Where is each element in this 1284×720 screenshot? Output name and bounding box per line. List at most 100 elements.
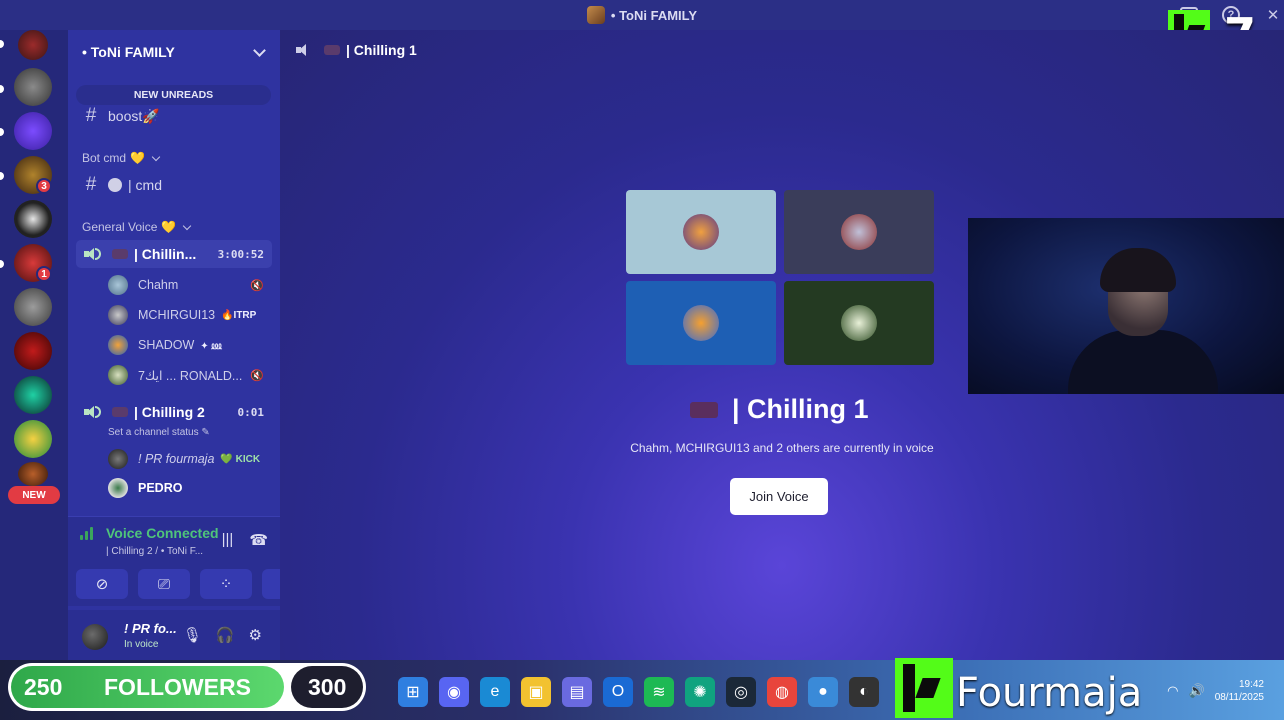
camera-off-icon: ⊘ bbox=[95, 576, 109, 593]
avatar bbox=[108, 305, 128, 325]
signal-icon bbox=[80, 526, 96, 540]
server-icon bbox=[586, 6, 605, 24]
voice-member[interactable]: ! PR fourmaja 💚 KICK bbox=[108, 446, 272, 472]
voice-member[interactable]: SHADOW ✦ ⅏ bbox=[108, 332, 272, 358]
voice-member[interactable]: MCHIRGUI13 🔥ITRP bbox=[108, 302, 272, 328]
voice-channel-chilling-2[interactable]: | Chilling 2 0:01 bbox=[76, 398, 272, 426]
microphone-icon[interactable]: 🎙 bbox=[183, 626, 202, 644]
voice-status[interactable]: Voice Connected bbox=[80, 525, 219, 541]
follower-label: FOLLOWERS bbox=[104, 674, 251, 700]
noise-suppression-icon[interactable]: ||| bbox=[222, 531, 234, 549]
unread-pill bbox=[0, 85, 4, 93]
channel-timer: 3:00:52 bbox=[217, 247, 264, 261]
outlook-icon[interactable]: O bbox=[603, 677, 633, 707]
join-voice-button[interactable]: Join Voice bbox=[730, 478, 828, 515]
webcam-icon[interactable]: ● bbox=[808, 677, 838, 707]
avatar bbox=[108, 275, 128, 295]
server-icon-11[interactable] bbox=[18, 462, 48, 486]
category-bot-cmd[interactable]: Bot cmd 💛 bbox=[82, 151, 161, 165]
server-name: • ToNi FAMILY bbox=[82, 44, 175, 60]
server-rail: 3 1 NEW bbox=[0, 30, 68, 660]
edge-icon[interactable]: e bbox=[480, 677, 510, 707]
voice-member[interactable]: Chahm 🔇 bbox=[108, 272, 272, 298]
server-icon-9[interactable] bbox=[14, 376, 52, 414]
member-name: SHADOW bbox=[138, 338, 195, 352]
channel-header: | Chilling 1 bbox=[296, 42, 417, 58]
server-icon-1[interactable] bbox=[18, 30, 48, 60]
gear-icon[interactable]: ⚙ bbox=[249, 626, 262, 644]
category-general-voice[interactable]: General Voice 💛 bbox=[82, 220, 192, 234]
taskbar-apps: ⊞ ◉ e ▣ ▤ O ≋ ✺ ◎ ◍ ● ◐ bbox=[398, 677, 879, 707]
windows-icon[interactable]: ⊞ bbox=[398, 677, 428, 707]
voice-member[interactable]: 7ايك ... RONALD... 🔇 bbox=[108, 362, 272, 388]
member-name: ! PR fourmaja bbox=[138, 452, 215, 466]
voice-channel-chilling-1[interactable]: | Chillin... 3:00:52 bbox=[76, 240, 272, 268]
steam-icon[interactable]: ◎ bbox=[726, 677, 756, 707]
headphones-icon[interactable]: 🎧 bbox=[216, 626, 235, 644]
channel-name: | cmd bbox=[128, 177, 162, 193]
disconnect-icon[interactable]: ☎ bbox=[249, 531, 268, 549]
user-name: ! PR fo... bbox=[124, 621, 177, 636]
category-name: Bot cmd bbox=[82, 151, 127, 165]
close-button[interactable]: ✕ bbox=[1262, 4, 1284, 26]
channel-name: | Chilling 2 bbox=[134, 404, 205, 420]
member-tag: 🔥ITRP bbox=[221, 309, 257, 321]
store-icon[interactable]: ▤ bbox=[562, 677, 592, 707]
voice-panel-controls: ||| ☎ bbox=[222, 531, 268, 549]
avatar bbox=[683, 305, 719, 341]
unread-pill bbox=[0, 40, 4, 48]
chevron-down-icon bbox=[183, 221, 192, 230]
server-header[interactable]: • ToNi FAMILY bbox=[68, 30, 280, 74]
screen-share-button[interactable]: ⎚ bbox=[138, 569, 190, 599]
camera-off-button[interactable]: ⊘ bbox=[76, 569, 128, 599]
server-icon-8[interactable] bbox=[14, 332, 52, 370]
participant-tile[interactable] bbox=[784, 190, 934, 274]
activities-button[interactable]: ⁘ bbox=[200, 569, 252, 599]
server-icon-10[interactable] bbox=[14, 420, 52, 458]
participant-tile[interactable] bbox=[784, 281, 934, 365]
streamer-name: Fourmaja bbox=[956, 670, 1143, 716]
channel-cmd[interactable]: # | cmd bbox=[76, 171, 272, 199]
channel-emoji-icon bbox=[324, 45, 340, 55]
follower-goal: 250 FOLLOWERS 300 bbox=[8, 663, 366, 711]
spotify-icon[interactable]: ≋ bbox=[644, 677, 674, 707]
chevron-down-icon bbox=[151, 152, 161, 161]
user-status: In voice bbox=[124, 639, 159, 650]
clock[interactable]: 19:42 08/11/2025 bbox=[1215, 678, 1264, 704]
participant-tile[interactable] bbox=[626, 281, 776, 365]
channel-status[interactable]: Set a channel status ✎ bbox=[108, 427, 210, 438]
activities-icon: ⁘ bbox=[219, 576, 233, 593]
volume-icon[interactable]: 🔊 bbox=[1189, 683, 1205, 699]
close-icon: ✕ bbox=[1266, 7, 1280, 24]
channel-emoji-icon bbox=[112, 249, 128, 259]
wifi-icon[interactable]: ◠ bbox=[1167, 683, 1178, 699]
member-tag: 💚 KICK bbox=[220, 453, 261, 465]
channel-name: boost🚀 bbox=[108, 107, 160, 124]
robot-icon bbox=[108, 178, 122, 192]
speaker-icon bbox=[84, 405, 101, 419]
speaker-icon bbox=[296, 43, 312, 57]
obs-icon[interactable]: ◐ bbox=[849, 677, 879, 707]
webcam-hair bbox=[1100, 248, 1176, 292]
server-icon-7[interactable] bbox=[14, 288, 52, 326]
window-title: • ToNi FAMILY bbox=[610, 7, 698, 23]
chrome-icon[interactable]: ◍ bbox=[767, 677, 797, 707]
chatgpt-icon[interactable]: ✺ bbox=[685, 677, 715, 707]
participant-tile[interactable] bbox=[626, 190, 776, 274]
voice-member[interactable]: PEDRO bbox=[108, 475, 272, 501]
follower-goal-value: 300 bbox=[308, 674, 347, 700]
chevron-down-icon bbox=[253, 43, 266, 57]
unread-pill bbox=[0, 172, 4, 180]
voice-connected-title: Voice Connected bbox=[106, 525, 219, 541]
server-icon-5[interactable] bbox=[14, 200, 52, 238]
voice-channel-subtitle: Chahm, MCHIRGUI13 and 2 others are curre… bbox=[630, 441, 934, 455]
server-icon-3[interactable] bbox=[14, 112, 52, 150]
discord-icon[interactable]: ◉ bbox=[439, 677, 469, 707]
user-avatar[interactable] bbox=[82, 624, 108, 650]
user-controls: 🎙 🎧 ⚙ bbox=[183, 626, 262, 644]
channel-boost[interactable]: # boost🚀 bbox=[76, 102, 272, 130]
voice-connected-subtitle[interactable]: | Chilling 2 / • ToNi F... bbox=[106, 546, 203, 557]
server-icon-2[interactable] bbox=[14, 68, 52, 106]
files-icon[interactable]: ▣ bbox=[521, 677, 551, 707]
member-name: Chahm bbox=[138, 278, 179, 292]
